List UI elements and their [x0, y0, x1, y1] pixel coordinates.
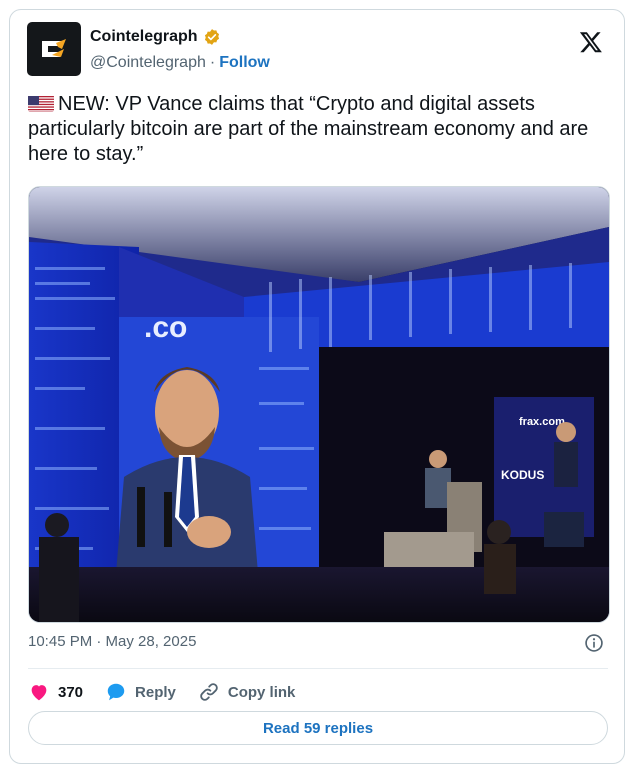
tweet-body: NEW: VP Vance claims that “Crypto and di…: [28, 93, 589, 165]
tweet-photo[interactable]: .co frax.com KODUS: [28, 186, 610, 623]
reply-bubble-icon: [107, 683, 125, 701]
tweet-text: NEW: VP Vance claims that “Crypto and di…: [28, 92, 608, 167]
name-row: Cointelegraph: [90, 28, 221, 46]
cointelegraph-logo-icon: [34, 29, 74, 69]
svg-text:.co: .co: [144, 311, 187, 344]
link-icon: [200, 683, 218, 701]
action-bar: 370 Reply Copy link: [28, 678, 608, 706]
copy-link-button[interactable]: Copy link: [198, 681, 296, 703]
account-handle[interactable]: @Cointelegraph: [90, 54, 206, 71]
tweet-meta: 10:45 PM · May 28, 2025: [28, 633, 608, 655]
info-icon[interactable]: [584, 633, 604, 653]
separator: ·: [209, 54, 216, 71]
us-flag-icon: [28, 95, 54, 112]
heart-icon: [31, 685, 47, 701]
tweet-header: Cointelegraph @Cointelegraph · Follow: [27, 22, 607, 82]
svg-text:KODUS: KODUS: [501, 468, 544, 482]
divider: [28, 668, 608, 669]
copy-link-label: Copy link: [227, 683, 296, 701]
like-count: 370: [58, 683, 84, 701]
like-button[interactable]: 370: [28, 681, 83, 703]
reply-label: Reply: [135, 683, 176, 701]
x-logo-icon[interactable]: [579, 30, 603, 54]
tweet-card: Cointelegraph @Cointelegraph · Follow NE…: [9, 9, 625, 764]
verified-badge-icon: [204, 29, 219, 45]
follow-button[interactable]: Follow: [219, 54, 270, 71]
avatar[interactable]: [27, 22, 81, 76]
timestamp[interactable]: 10:45 PM · May 28, 2025: [28, 633, 196, 650]
account-name[interactable]: Cointelegraph: [90, 28, 198, 46]
handle-row: @Cointelegraph · Follow: [90, 54, 270, 72]
photo-vance-on-stage-icon: .co frax.com KODUS: [29, 187, 609, 622]
read-replies-button[interactable]: Read 59 replies: [28, 711, 608, 745]
reply-button[interactable]: Reply: [105, 681, 176, 703]
